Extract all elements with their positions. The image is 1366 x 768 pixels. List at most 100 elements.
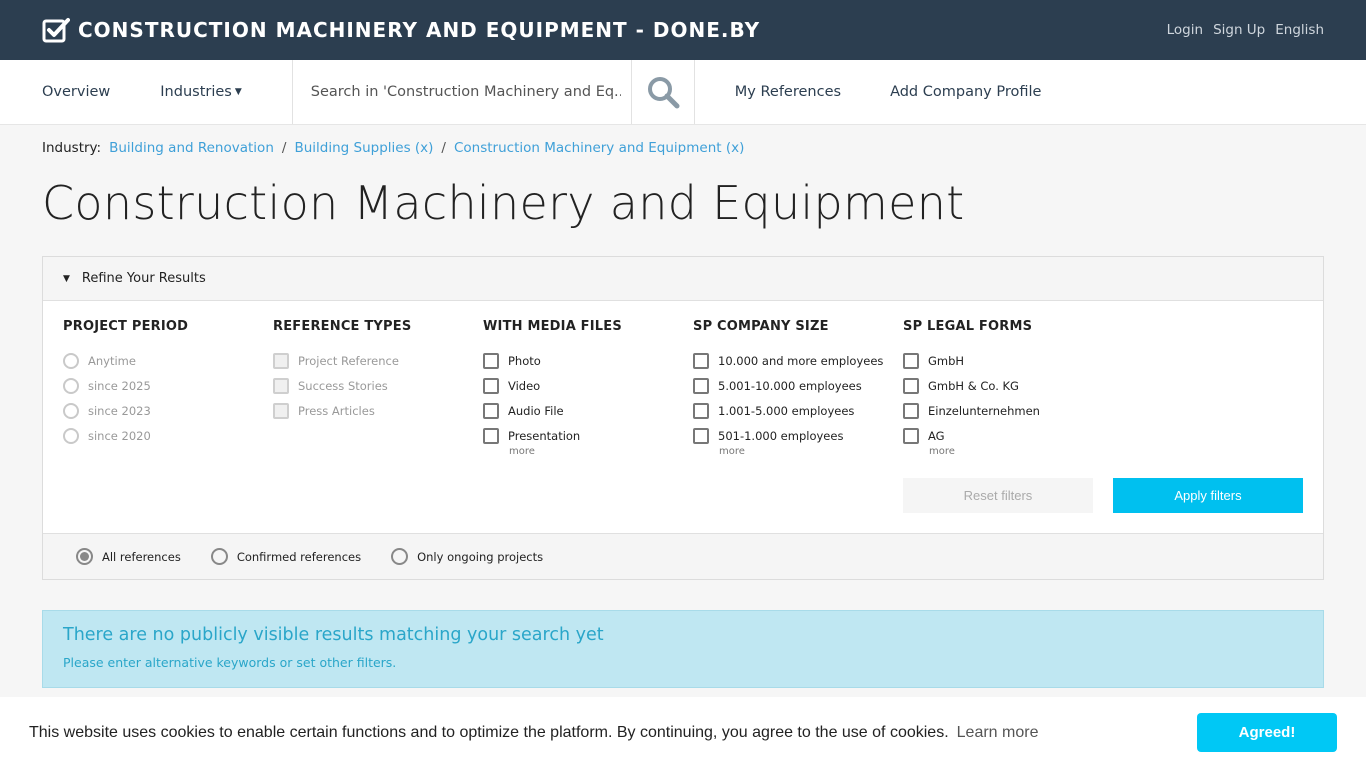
option-label: Confirmed references <box>236 549 362 564</box>
breadcrumb-item[interactable]: Building Supplies (x) <box>294 140 433 156</box>
checkbox[interactable] <box>483 352 499 369</box>
legal-form-option[interactable]: Einzelunternehmen <box>903 398 1103 423</box>
nav-my-references[interactable]: My References <box>735 60 890 124</box>
radio[interactable] <box>391 548 409 565</box>
alert-text: Please enter alternative keywords or set… <box>63 655 397 670</box>
company-size-option[interactable]: 10.000 and more employees <box>693 348 893 373</box>
chevron-down-icon: ▼ <box>63 273 70 284</box>
reference-type-option[interactable]: Press Articles <box>273 398 473 423</box>
more-link[interactable]: more <box>903 446 1103 457</box>
option-label: Anytime <box>88 353 136 368</box>
legal-form-option[interactable]: GmbH & Co. KG <box>903 373 1103 398</box>
checkbox[interactable] <box>903 427 919 444</box>
no-results-alert: There are no publicly visible results ma… <box>42 610 1324 688</box>
top-links: Login Sign Up English <box>1167 0 1324 60</box>
option-label: Project Reference <box>298 353 399 368</box>
login-link[interactable]: Login <box>1167 22 1203 38</box>
top-bar: CONSTRUCTION MACHINERY AND EQUIPMENT - D… <box>0 0 1366 60</box>
reference-type-option[interactable]: Success Stories <box>273 373 473 398</box>
radio[interactable] <box>63 427 79 444</box>
cookie-text: This website uses cookies to enable cert… <box>29 723 949 741</box>
learn-more-link[interactable]: Learn more <box>957 724 1039 742</box>
nav-my-references-label: My References <box>734 84 842 100</box>
filter-title: REFERENCE TYPES <box>273 319 412 334</box>
reference-scope: All references Confirmed references Only… <box>43 533 1323 579</box>
period-option[interactable]: since 2020 <box>63 423 263 448</box>
media-option[interactable]: Audio File <box>483 398 683 423</box>
filter-media-files: WITH MEDIA FILES Photo Video Audio File … <box>483 319 683 457</box>
breadcrumb-item[interactable]: Construction Machinery and Equipment (x) <box>454 140 744 156</box>
company-size-option[interactable]: 5.001-10.000 employees <box>693 373 893 398</box>
media-option[interactable]: Photo <box>483 348 683 373</box>
scope-option-all[interactable]: All references <box>76 548 181 565</box>
radio[interactable] <box>210 548 228 565</box>
radio[interactable] <box>63 352 79 369</box>
filter-title: SP LEGAL FORMS <box>903 319 1033 334</box>
option-label: 501-1.000 employees <box>718 428 844 443</box>
filter-company-size: SP COMPANY SIZE 10.000 and more employee… <box>693 319 893 457</box>
checkbox[interactable] <box>693 352 709 369</box>
company-size-option[interactable]: 501-1.000 employees <box>693 423 893 448</box>
more-link[interactable]: more <box>483 446 683 457</box>
search-input[interactable] <box>310 84 621 100</box>
caret-down-icon: ▼ <box>234 87 242 97</box>
option-label: GmbH <box>928 353 965 368</box>
nav-add-company-profile-label: Add Company Profile <box>890 84 1042 100</box>
checkbox[interactable] <box>483 402 499 419</box>
company-size-option[interactable]: 1.001-5.000 employees <box>693 398 893 423</box>
option-label: Success Stories <box>298 378 388 393</box>
checkbox[interactable] <box>903 352 919 369</box>
option-label: GmbH & Co. KG <box>928 378 1019 393</box>
filter-title: PROJECT PERIOD <box>63 319 189 334</box>
checkbox[interactable] <box>273 352 289 369</box>
nav-industries-label: Industries <box>160 84 232 100</box>
checkbox[interactable] <box>273 402 289 419</box>
brand[interactable]: CONSTRUCTION MACHINERY AND EQUIPMENT - D… <box>42 17 760 43</box>
period-option[interactable]: since 2023 <box>63 398 263 423</box>
period-option[interactable]: since 2025 <box>63 373 263 398</box>
filter-title: WITH MEDIA FILES <box>483 319 622 334</box>
scope-option-confirmed[interactable]: Confirmed references <box>210 548 362 565</box>
scope-option-ongoing[interactable]: Only ongoing projects <box>391 548 543 565</box>
checkbox[interactable] <box>693 377 709 394</box>
nav-add-company-profile[interactable]: Add Company Profile <box>890 60 1090 124</box>
checkbox[interactable] <box>273 377 289 394</box>
nav-overview[interactable]: Overview <box>42 60 160 124</box>
filter-title: SP COMPANY SIZE <box>693 319 829 334</box>
breadcrumb-item[interactable]: Building and Renovation <box>109 140 274 156</box>
cookie-banner: This website uses cookies to enable cert… <box>0 697 1366 768</box>
legal-form-option[interactable]: GmbH <box>903 348 1103 373</box>
accept-cookies-button[interactable]: Agreed! <box>1197 713 1337 752</box>
checkbox[interactable] <box>693 402 709 419</box>
period-option[interactable]: Anytime <box>63 348 263 373</box>
reset-filters-button[interactable]: Reset filters <box>903 478 1093 513</box>
option-label: 5.001-10.000 employees <box>718 378 862 393</box>
option-label: Video <box>508 378 541 393</box>
filter-project-period: PROJECT PERIOD Anytime since 2025 since … <box>63 319 263 448</box>
option-label: Einzelunternehmen <box>928 403 1040 418</box>
language-link[interactable]: English <box>1275 22 1324 38</box>
filter-panel-title: Refine Your Results <box>81 271 206 286</box>
checkbox[interactable] <box>693 427 709 444</box>
option-label: All references <box>102 549 181 564</box>
media-option[interactable]: Presentation <box>483 423 683 448</box>
checkbox[interactable] <box>483 377 499 394</box>
signup-link[interactable]: Sign Up <box>1213 22 1265 38</box>
filter-panel: ▼ Refine Your Results PROJECT PERIOD Any… <box>42 256 1324 580</box>
breadcrumb: Industry: Building and Renovation / Buil… <box>42 140 744 156</box>
checkbox[interactable] <box>903 402 919 419</box>
apply-filters-button[interactable]: Apply filters <box>1113 478 1303 513</box>
nav-industries-dropdown[interactable]: Industries ▼ <box>160 60 292 124</box>
media-option[interactable]: Video <box>483 373 683 398</box>
radio-checked[interactable] <box>76 548 93 565</box>
filter-panel-toggle[interactable]: ▼ Refine Your Results <box>43 257 1323 301</box>
more-link[interactable]: more <box>693 446 893 457</box>
checkbox[interactable] <box>483 427 499 444</box>
radio[interactable] <box>63 377 79 394</box>
reference-type-option[interactable]: Project Reference <box>273 348 473 373</box>
legal-form-option[interactable]: AG <box>903 423 1103 448</box>
search-button[interactable] <box>632 60 695 124</box>
radio[interactable] <box>63 402 79 419</box>
checkbox[interactable] <box>903 377 919 394</box>
nav-overview-label: Overview <box>42 84 111 100</box>
